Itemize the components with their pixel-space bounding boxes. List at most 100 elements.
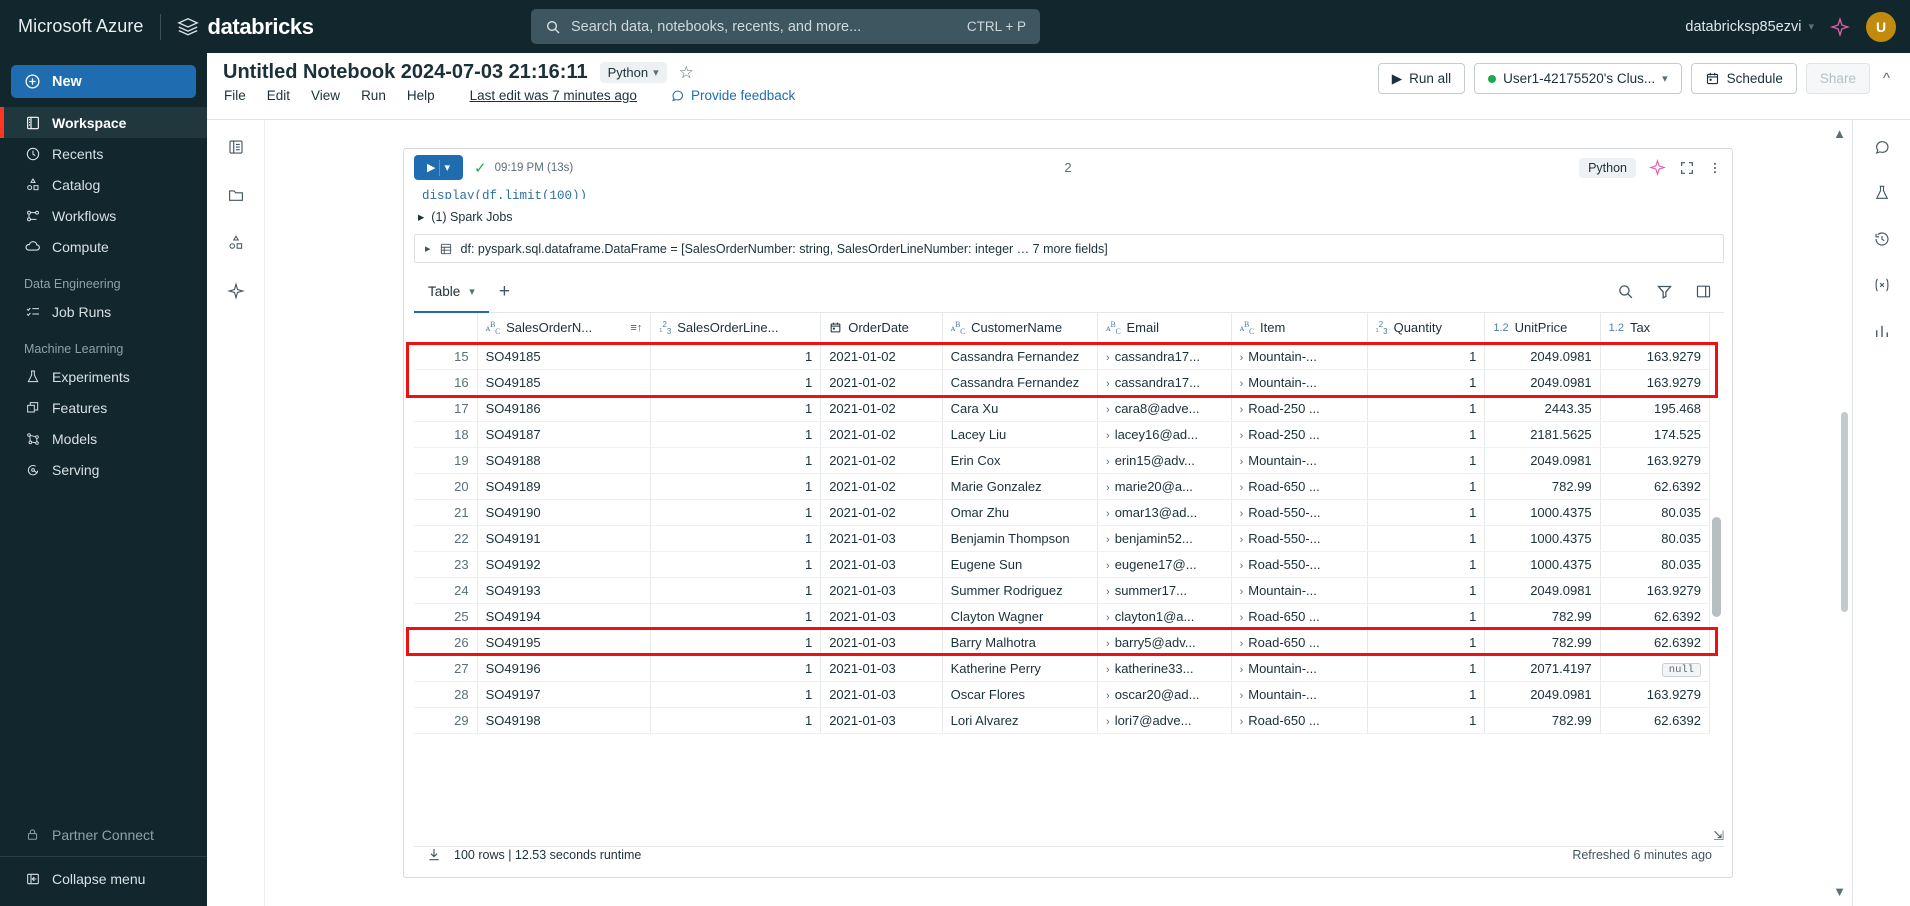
column-header-email[interactable]: ᴀBC Email: [1097, 313, 1232, 344]
cell-email[interactable]: › cassandra17...: [1097, 343, 1232, 370]
chevron-right-icon[interactable]: ›: [1106, 612, 1110, 624]
databricks-logo[interactable]: databricks: [176, 14, 314, 40]
catalog-rail-icon[interactable]: [223, 230, 249, 256]
sidebar-item-recents[interactable]: Recents: [0, 138, 207, 169]
cell-item[interactable]: › Road-650 ...: [1231, 473, 1368, 500]
comments-icon[interactable]: [1869, 134, 1895, 160]
spark-jobs-toggle[interactable]: ▸ (1) Spark Jobs: [418, 209, 513, 225]
chevron-right-icon[interactable]: ›: [1240, 482, 1244, 494]
cell-item[interactable]: › Mountain-...: [1231, 369, 1368, 396]
table-row[interactable]: 22 SO49191 1 2021-01-03 Benjamin Thompson › be…: [414, 525, 1711, 552]
chevron-right-icon[interactable]: ›: [1240, 690, 1244, 702]
column-header-quantity[interactable]: ₁23 Quantity: [1367, 313, 1486, 344]
chevron-right-icon[interactable]: ›: [1240, 612, 1244, 624]
download-results-icon[interactable]: [426, 847, 442, 863]
assistant-sparkle-icon[interactable]: [1830, 16, 1850, 37]
cell-item[interactable]: › Road-550-...: [1231, 551, 1368, 578]
sidebar-item-experiments[interactable]: Experiments: [0, 361, 207, 392]
new-button[interactable]: New: [11, 65, 196, 98]
menu-run[interactable]: Run: [361, 88, 386, 103]
chevron-right-icon[interactable]: ›: [1240, 534, 1244, 546]
cell-email[interactable]: › barry5@adv...: [1097, 629, 1232, 656]
sidebar-item-workflows[interactable]: Workflows: [0, 200, 207, 231]
chevron-right-icon[interactable]: ›: [1106, 482, 1110, 494]
notebook-language-selector[interactable]: Python ▾: [599, 62, 667, 83]
table-row[interactable]: 20 SO49189 1 2021-01-02 Marie Gonzalez › marie…: [414, 473, 1711, 500]
table-row[interactable]: 21 SO49190 1 2021-01-02 Omar Zhu › omar13@ad..…: [414, 499, 1711, 526]
toggle-side-panel-icon[interactable]: [1695, 283, 1712, 300]
page-scrollbar-thumb[interactable]: [1841, 412, 1848, 612]
sidebar-item-partner-connect[interactable]: Partner Connect: [0, 819, 207, 850]
cell-item[interactable]: › Road-250 ...: [1231, 421, 1368, 448]
cell-item[interactable]: › Road-650 ...: [1231, 603, 1368, 630]
chevron-right-icon[interactable]: ›: [1240, 560, 1244, 572]
chevron-right-icon[interactable]: ›: [1240, 638, 1244, 650]
add-visualization-button[interactable]: +: [489, 281, 520, 303]
cell-email[interactable]: › cassandra17...: [1097, 369, 1232, 396]
collapse-header-icon[interactable]: ^: [1879, 70, 1894, 87]
column-header-item[interactable]: ᴀBC Item: [1231, 313, 1368, 344]
sidebar-item-collapse-menu[interactable]: Collapse menu: [0, 863, 207, 894]
cluster-selector[interactable]: User1-42175520's Clus... ▾: [1474, 63, 1682, 94]
revision-history-icon[interactable]: [1869, 226, 1895, 252]
chevron-right-icon[interactable]: ›: [1106, 430, 1110, 442]
chevron-right-icon[interactable]: ›: [1240, 378, 1244, 390]
column-header-salesordernumber[interactable]: ᴀBC SalesOrderN... ≡↑: [477, 313, 652, 344]
chevron-right-icon[interactable]: ›: [1240, 664, 1244, 676]
column-header-unitprice[interactable]: 1.2 UnitPrice: [1484, 313, 1601, 344]
assistant-sparkle-icon[interactable]: [223, 278, 249, 304]
chevron-right-icon[interactable]: ›: [1240, 352, 1244, 364]
cell-email[interactable]: › summer17...: [1097, 577, 1232, 604]
cell-email[interactable]: › katherine33...: [1097, 655, 1232, 682]
dataframe-schema-row[interactable]: ▸ df: pyspark.sql.dataframe.DataFrame = …: [414, 234, 1724, 263]
scroll-down-chevron-icon[interactable]: ▼: [1833, 884, 1846, 899]
variable-explorer-icon[interactable]: [1869, 272, 1895, 298]
table-row[interactable]: 23 SO49192 1 2021-01-03 Eugene Sun › eugene17@…: [414, 551, 1711, 578]
table-row[interactable]: 18 SO49187 1 2021-01-02 Lacey Liu › lacey16@ad…: [414, 421, 1711, 448]
sort-ascending-icon[interactable]: ≡↑: [630, 322, 642, 334]
sidebar-item-catalog[interactable]: Catalog: [0, 169, 207, 200]
cell-email[interactable]: › clayton1@a...: [1097, 603, 1232, 630]
cell-email[interactable]: › eugene17@...: [1097, 551, 1232, 578]
run-all-button[interactable]: ▶ Run all: [1377, 63, 1466, 94]
chevron-right-icon[interactable]: ›: [1106, 638, 1110, 650]
favorite-star-icon[interactable]: ☆: [679, 63, 694, 83]
account-menu[interactable]: databricksp85ezvi ▾: [1685, 19, 1814, 35]
cell-email[interactable]: › oscar20@ad...: [1097, 681, 1232, 708]
sidebar-item-features[interactable]: Features: [0, 392, 207, 423]
cell-language-chip[interactable]: Python: [1579, 157, 1636, 178]
menu-view[interactable]: View: [311, 88, 340, 103]
table-row[interactable]: 19 SO49188 1 2021-01-02 Erin Cox › erin15@adv.…: [414, 447, 1711, 474]
cell-email[interactable]: › lacey16@ad...: [1097, 421, 1232, 448]
run-cell-button[interactable]: ▶ ▾: [414, 155, 463, 180]
table-row[interactable]: 25 SO49194 1 2021-01-03 Clayton Wagner › clayt…: [414, 603, 1711, 630]
cell-item[interactable]: › Road-550-...: [1231, 525, 1368, 552]
menu-edit[interactable]: Edit: [267, 88, 290, 103]
mlflow-experiment-icon[interactable]: [1869, 180, 1895, 206]
chevron-right-icon[interactable]: ›: [1106, 508, 1110, 520]
chevron-right-icon[interactable]: ›: [1106, 456, 1110, 468]
chevron-right-icon[interactable]: ›: [1106, 586, 1110, 598]
table-row[interactable]: 27 SO49196 1 2021-01-03 Katherine Perry › kath…: [414, 655, 1711, 682]
avatar[interactable]: U: [1866, 11, 1896, 42]
chevron-right-icon[interactable]: ›: [1240, 508, 1244, 520]
cell-email[interactable]: › marie20@a...: [1097, 473, 1232, 500]
expand-results-icon[interactable]: ⇲: [1713, 828, 1724, 844]
chevron-right-icon[interactable]: ›: [1240, 430, 1244, 442]
chevron-right-icon[interactable]: ›: [1240, 456, 1244, 468]
table-vertical-scrollbar-thumb[interactable]: [1712, 517, 1721, 617]
chevron-right-icon[interactable]: ›: [1106, 560, 1110, 572]
provide-feedback-link[interactable]: Provide feedback: [670, 88, 795, 103]
schedule-button[interactable]: Schedule: [1690, 63, 1797, 94]
table-row[interactable]: 26 SO49195 1 2021-01-03 Barry Malhotra › barry…: [414, 629, 1711, 656]
cell-item[interactable]: › Road-250 ...: [1231, 395, 1368, 422]
cell-item[interactable]: › Mountain-...: [1231, 655, 1368, 682]
sidebar-item-job-runs[interactable]: Job Runs: [0, 296, 207, 327]
tab-table[interactable]: Table ▾: [414, 271, 489, 314]
sidebar-item-models[interactable]: Models: [0, 423, 207, 454]
assistant-sparkle-icon[interactable]: [1649, 159, 1666, 176]
sidebar-item-serving[interactable]: Serving: [0, 454, 207, 485]
folder-icon[interactable]: [223, 182, 249, 208]
chevron-right-icon[interactable]: ›: [1106, 404, 1110, 416]
cell-item[interactable]: › Road-550-...: [1231, 499, 1368, 526]
